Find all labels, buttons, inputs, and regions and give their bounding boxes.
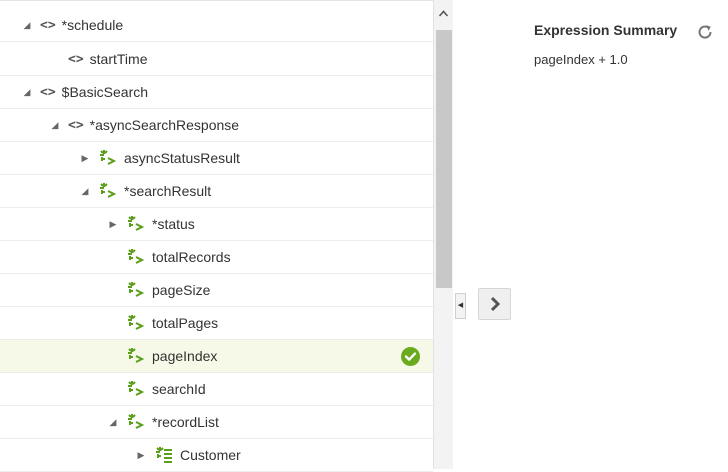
tree-node-label: searchId (152, 381, 206, 397)
tree-row-totalrecords[interactable]: totalRecords (0, 241, 433, 274)
chevron-right-icon (490, 296, 501, 312)
tree-node-label: *recordList (152, 414, 219, 430)
tree-row-searchid[interactable]: searchId (0, 373, 433, 406)
tree-row-pageindex[interactable]: pageIndex (0, 340, 433, 373)
attribute-icon (126, 348, 146, 364)
tree-node-label: pageSize (152, 282, 211, 298)
tree-row-recordlist[interactable]: ◢ *recordList (0, 406, 433, 439)
tree-node-label: totalRecords (152, 249, 231, 265)
tree-node-label: *schedule (61, 17, 124, 33)
refresh-icon[interactable] (696, 23, 714, 41)
tree-node-label: *status (152, 216, 195, 232)
chevron-up-icon[interactable] (434, 6, 453, 22)
caret-left-icon[interactable]: ◀ (455, 293, 466, 319)
attribute-icon (98, 183, 118, 199)
tree-row-pagesize[interactable]: pageSize (0, 274, 433, 307)
collection-icon (154, 447, 174, 463)
expand-toggle-icon[interactable]: ◢ (20, 87, 34, 98)
tree-row-totalpages[interactable]: totalPages (0, 307, 433, 340)
element-icon: <> (68, 51, 84, 67)
collapse-toggle-icon[interactable]: ▶ (134, 450, 148, 461)
tree-node-label: $BasicSearch (61, 84, 149, 100)
tree-node-label: pageIndex (152, 348, 218, 364)
tree-node-label: asyncStatusResult (124, 150, 240, 166)
expression-summary-title: Expression Summary (534, 22, 678, 38)
collapse-toggle-icon[interactable]: ▶ (78, 153, 92, 164)
expression-text: pageIndex + 1.0 (534, 52, 628, 67)
element-icon: <> (68, 117, 84, 133)
tree-row-status[interactable]: ▶ *status (0, 208, 433, 241)
attribute-icon (126, 414, 146, 430)
tree-row-basicsearch[interactable]: ◢ <> $BasicSearch (0, 76, 433, 109)
expand-toggle-icon[interactable]: ◢ (20, 20, 34, 31)
tree-row-searchresult[interactable]: ◢ *searchResult (0, 175, 433, 208)
tree-row-asyncsearchresponse[interactable]: ◢ <> *asyncSearchResponse (0, 109, 433, 142)
collapse-toggle-icon[interactable]: ▶ (106, 219, 120, 230)
attribute-icon (126, 381, 146, 397)
expand-toggle-icon[interactable]: ◢ (48, 120, 62, 131)
tree-node-label: *asyncSearchResponse (89, 117, 240, 133)
tree-row-starttime[interactable]: <> startTime (0, 43, 433, 76)
attribute-icon (126, 249, 146, 265)
attribute-icon (126, 282, 146, 298)
attribute-icon (98, 150, 118, 166)
attribute-icon (126, 315, 146, 331)
tree-node-label: totalPages (152, 315, 219, 331)
move-right-button[interactable] (478, 288, 511, 320)
mapped-check-icon (401, 347, 420, 366)
tree-row-schedule[interactable]: ◢ <> *schedule (0, 9, 433, 42)
tree-node-label: Customer (180, 447, 241, 463)
tree-node-label: startTime (89, 51, 148, 67)
tree-row-asyncstatusresult[interactable]: ▶ asyncStatusResult (0, 142, 433, 175)
expand-toggle-icon[interactable]: ◢ (106, 417, 120, 428)
element-icon: <> (40, 17, 56, 33)
tree-row-customer[interactable]: ▶ Customer (0, 439, 433, 472)
scrollbar-thumb[interactable] (436, 30, 452, 288)
tree-scrollbar[interactable] (433, 0, 453, 469)
attribute-icon (126, 216, 146, 232)
source-tree-panel: ◢ <> *schedule <> startTime ◢ <> $BasicS… (0, 0, 433, 472)
expand-toggle-icon[interactable]: ◢ (78, 186, 92, 197)
element-icon: <> (40, 84, 56, 100)
tree-node-label: *searchResult (124, 183, 212, 199)
